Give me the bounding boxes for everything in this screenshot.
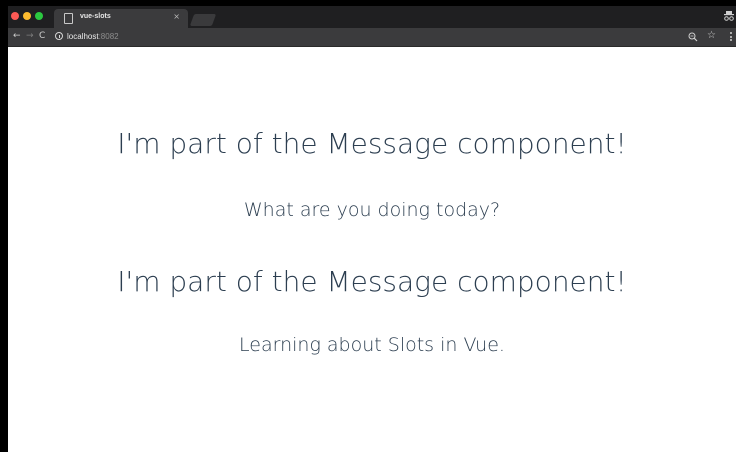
new-tab-button[interactable]	[189, 14, 217, 26]
incognito-icon	[724, 11, 734, 21]
window-maximize-button[interactable]	[35, 12, 43, 20]
star-icon[interactable]: ☆	[707, 29, 716, 43]
toolbar: ← → C localhost:8082 ☆	[8, 28, 736, 47]
message-heading: I'm part of the Message component!	[117, 265, 627, 298]
page-content: I'm part of the Message component! What …	[8, 47, 736, 452]
arrow-right-icon[interactable]: →	[26, 31, 34, 42]
window-close-button[interactable]	[11, 12, 19, 20]
url-port: :8082	[98, 32, 119, 41]
arrow-left-icon[interactable]: ←	[13, 31, 21, 42]
tab-vue-slots[interactable]: vue-slots ×	[54, 9, 188, 28]
tab-title: vue-slots	[80, 13, 111, 20]
info-icon[interactable]	[55, 32, 63, 40]
window-minimize-button[interactable]	[23, 12, 31, 20]
reload-icon[interactable]: C	[39, 31, 45, 42]
browser-window: vue-slots × ← → C localhost:8082 ☆ I'm p…	[8, 6, 736, 452]
tab-strip: vue-slots ×	[8, 6, 736, 28]
address-bar[interactable]: localhost:8082	[67, 31, 119, 42]
zoom-icon[interactable]	[688, 32, 698, 42]
message-body: Learning about Slots in Vue.	[239, 334, 505, 356]
page-icon	[64, 13, 73, 24]
url-host: localhost	[67, 32, 99, 41]
message-body: What are you doing today?	[243, 199, 501, 221]
menu-icon[interactable]	[730, 32, 733, 42]
message-heading: I'm part of the Message component!	[117, 127, 627, 160]
tab-close-button[interactable]: ×	[173, 12, 180, 22]
